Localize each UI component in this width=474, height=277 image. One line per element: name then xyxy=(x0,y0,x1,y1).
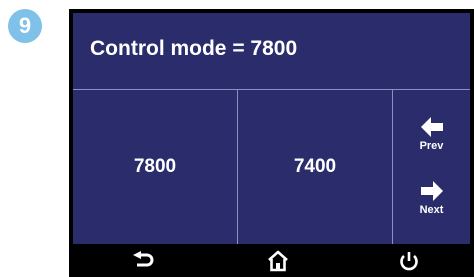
title-bar: Control mode = 7800 xyxy=(73,13,470,90)
power-button[interactable] xyxy=(396,248,422,274)
nav-column: Prev Next xyxy=(393,90,470,244)
device-display: Control mode = 7800 7800 7400 Prev Next xyxy=(69,9,474,277)
step-number-badge: 9 xyxy=(8,9,42,43)
option-label: 7800 xyxy=(133,156,177,177)
arrow-right-icon xyxy=(420,180,443,201)
next-button[interactable]: Next xyxy=(393,168,470,228)
option-label: 7400 xyxy=(293,156,337,177)
screen-title: Control mode = 7800 xyxy=(90,37,298,60)
arrow-left-icon xyxy=(420,116,443,137)
bottom-bar xyxy=(69,244,474,277)
option-button-2[interactable]: 7400 xyxy=(238,90,393,244)
home-icon xyxy=(268,250,288,272)
next-label: Next xyxy=(419,203,444,216)
home-button[interactable] xyxy=(265,248,291,274)
back-arrow-icon xyxy=(133,251,154,267)
prev-label: Prev xyxy=(419,139,444,152)
touch-screen: Control mode = 7800 7800 7400 Prev Next xyxy=(73,13,470,244)
prev-button[interactable]: Prev xyxy=(393,104,470,164)
option-button-1[interactable]: 7800 xyxy=(73,90,238,244)
back-button[interactable] xyxy=(131,248,157,274)
power-icon xyxy=(400,252,418,271)
